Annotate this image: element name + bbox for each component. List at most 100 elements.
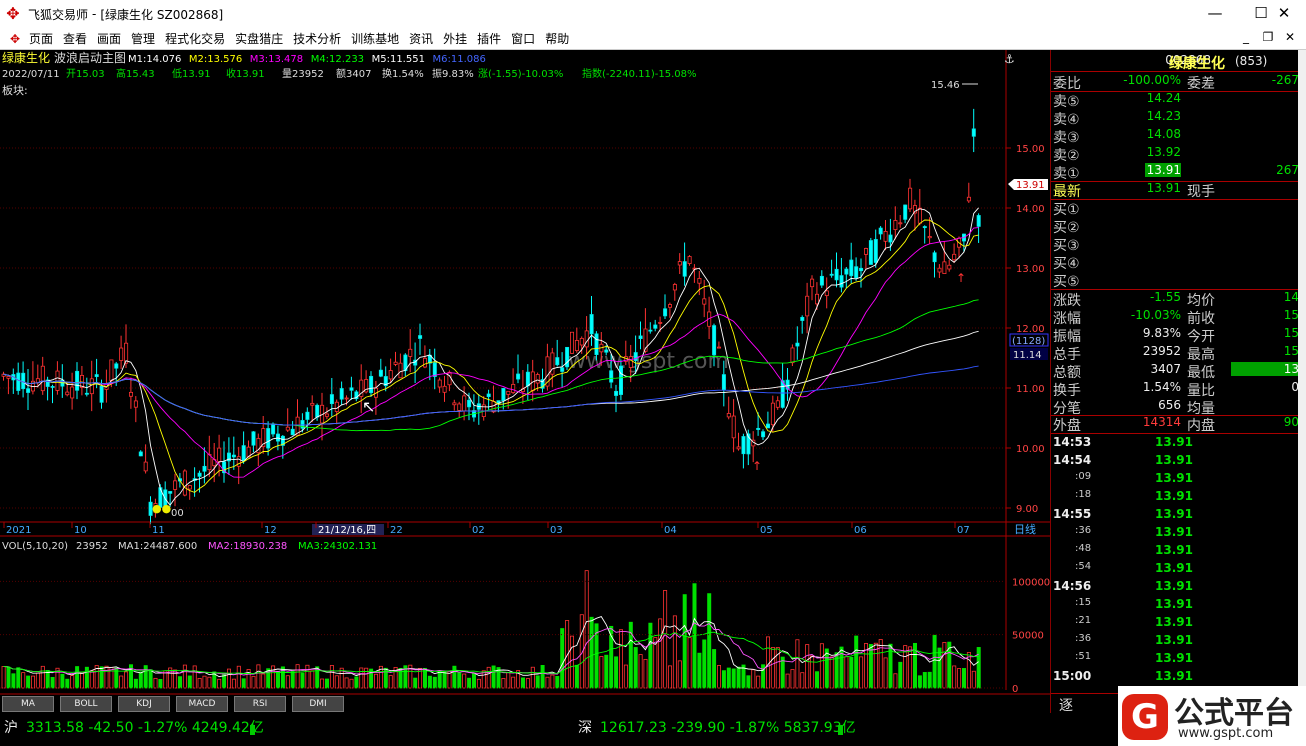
price-tick: 10.00 [1016,444,1045,455]
period-label[interactable]: 日线 [1014,522,1036,536]
ask-level: 卖⑤ 14.24 [1053,91,1181,110]
child-close-button[interactable]: ✕ [1280,30,1300,44]
menu-view[interactable]: 查看 [58,30,92,47]
coin-icon: ●● [152,502,171,515]
menu-training[interactable]: 训练基地 [346,30,404,47]
latest-row: 最新 13.91 现手 [1053,181,1215,200]
tick-row: :48 13.91 [1075,543,1193,557]
menu-plugin-ext[interactable]: 外挂 [438,30,472,47]
bar-close: 收13.91 [226,67,265,80]
date-tick: 02 [472,525,485,536]
volume-tick: 100000 [1012,577,1050,588]
up-arrow-icon: ↑ [956,271,966,285]
block-label: 板块: [2,83,28,97]
candlestick-series [1,108,981,525]
stat-row: 振幅 9.83% 今开 15 [1053,326,1299,345]
ask-level: 卖② 13.92 [1053,145,1181,164]
stock-name-label: 绿康生化 [2,50,50,65]
mouse-cursor-icon: ↖ [362,397,375,416]
menu-canvas[interactable]: 画面 [92,30,126,47]
menu-manage[interactable]: 管理 [126,30,160,47]
tick-row: :21 13.91 [1075,615,1193,629]
date-tick: 12 [264,525,277,536]
bar-amplitude: 振9.83% [432,67,474,80]
kline-chart[interactable]: 绿康生化 波浪启动主图 M1:14.076 M2:13.576 M3:13.478 M… [0,50,1050,716]
anchor-icon[interactable]: ⚓ [1004,52,1015,66]
vol-value: 23952 [76,541,108,552]
tab-rsi[interactable]: RSI [234,696,286,712]
tick-row: :51 13.91 [1075,651,1193,665]
menu-help[interactable]: 帮助 [540,30,574,47]
menu-news[interactable]: 资讯 [404,30,438,47]
ma-legend-item: M4:12.233 [311,54,364,65]
date-tick: 22 [390,525,403,536]
menu-window[interactable]: 窗口 [506,30,540,47]
volume-tick: 50000 [1012,631,1044,642]
date-tick: 07 [957,525,970,536]
tab-boll[interactable]: BOLL [60,696,112,712]
stock-count: (853) [1235,54,1268,68]
stat-row: 总手 23952 最高 15 [1053,344,1299,363]
bid-level: 买⑤ [1053,274,1080,290]
date-tick: 04 [664,525,677,536]
ma-legend-item: M2:13.576 [189,54,242,65]
child-restore-button[interactable]: ❐ [1258,30,1278,44]
ma-legend-item: M3:13.478 [250,54,303,65]
date-tick: 21/12/16,四 [318,525,376,536]
tick-row: :09 13.91 [1075,471,1193,485]
bar-turnover: 换1.54% [382,67,424,80]
close-button[interactable]: ✕ [1262,0,1306,28]
date-tick: 11 [152,525,165,536]
stat-row: 涨跌 -1.55 均价 14 [1053,290,1299,309]
volume-tick: 0 [1012,684,1018,695]
weibi-row: 委比 -100.00% 委差 -267 [1053,73,1299,92]
date-tick: 10 [74,525,87,536]
tick-row: :36 13.91 [1075,525,1193,539]
up-arrow-icon: ↑ [752,459,762,473]
price-axis: 15.00 14.00 13.00 12.00 11.00 10.00 9.00 [1006,144,1045,515]
menu-tech-analysis[interactable]: 技术分析 [288,30,346,47]
bar-date: 2022/07/11 [2,69,60,80]
tick-row: 14:56 13.91 [1053,579,1193,593]
price-tick: 9.00 [1016,504,1038,515]
menu-live-hunt[interactable]: 实盘猎庄 [230,30,288,47]
ask-level: 卖④ 14.23 [1053,109,1181,128]
vol-ma1: MA1:24487.600 [118,541,197,552]
outer-inner-row: 外盘 14314 内盘 90 [1053,415,1299,434]
price-tick: 11.00 [1016,384,1045,395]
current-price-label: 13.91 [1016,180,1045,191]
sz-index-value[interactable]: 12617.23 -239.90 -1.87% 5837.93亿 [600,717,856,737]
menu-page[interactable]: 页面 [24,30,58,47]
minimize-button[interactable]: — [1192,0,1238,28]
tab-dmi[interactable]: DMI [292,696,344,712]
vertical-scrollbar[interactable] [1298,50,1306,716]
high-price-marker: 15.46 [931,80,960,91]
status-bar: 沪 3313.58 -42.50 -1.27% 4249.42亿 深 12617… [0,713,1306,746]
brand-watermark: G 公式平台 www.gspt.com [1118,686,1306,746]
app-menu-icon[interactable]: ✥ [8,32,22,46]
child-minimize-button[interactable]: _ [1236,30,1256,44]
level-price: 11.14 [1013,350,1042,361]
title-bar: ✥ 飞狐交易师 - [绿康生化 SZ002868] — ☐ ✕ [0,0,1306,28]
stat-row: 涨幅 -10.03% 前收 15 [1053,308,1299,327]
indicator-name[interactable]: 波浪启动主图 [54,50,126,65]
app-title: 飞狐交易师 [28,7,89,22]
tab-kdj[interactable]: KDJ [118,696,170,712]
sz-index-label: 深 [578,720,592,736]
date-tick: 03 [550,525,563,536]
bid-level: 买① [1053,202,1080,218]
bar-volume: 量23952 [282,68,324,80]
ma-lines [3,207,979,506]
menu-plugins[interactable]: 插件 [472,30,506,47]
index-change: 指数(-2240.11)-15.08% [582,67,697,80]
tab-macd[interactable]: MACD [176,696,228,712]
watermark: www.gspt.com [568,349,729,374]
tick-detail-button[interactable]: 逐 [1059,695,1073,715]
ask-level: 卖③ 14.08 [1053,127,1181,146]
menu-program-trading[interactable]: 程式化交易 [160,30,230,47]
tab-ma[interactable]: MA [2,696,54,712]
sh-index-value[interactable]: 3313.58 -42.50 -1.27% 4249.42亿 [26,717,264,737]
bar-high: 高15.43 [116,67,155,80]
date-tick: 06 [854,525,867,536]
bid-level: 买④ [1053,256,1080,272]
